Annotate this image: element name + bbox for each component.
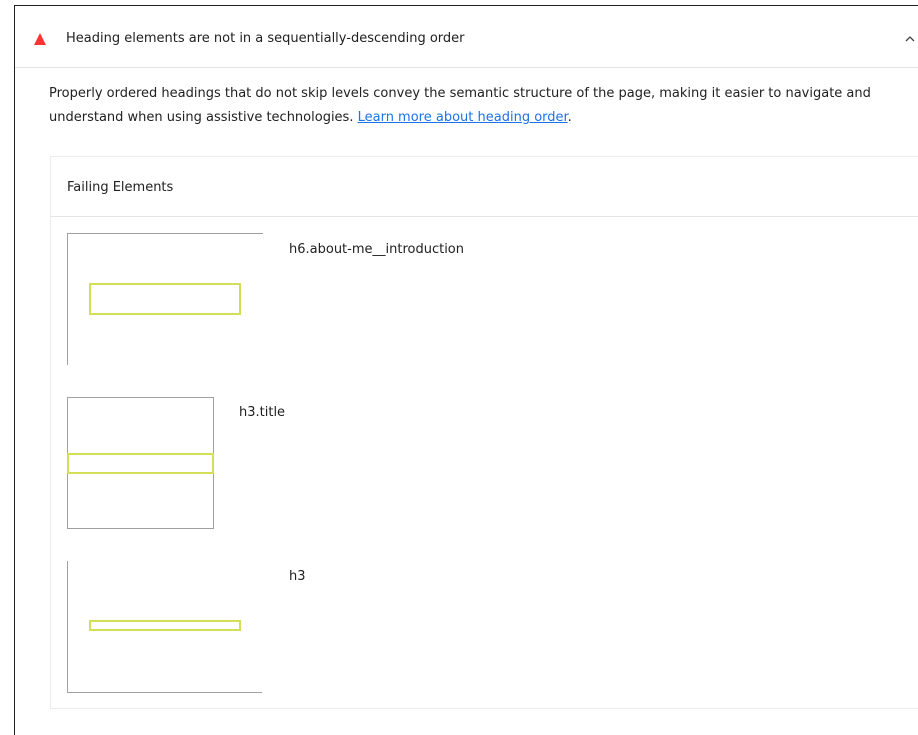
node-selector-label: h6.about-me__introduction: [289, 242, 465, 257]
failing-elements-table: Failing Elements h6.about-me__introducti…: [50, 156, 918, 709]
fail-triangle-icon: [34, 33, 46, 45]
node-selector-label: h3.title: [239, 405, 286, 420]
element-highlight-box: [89, 620, 241, 631]
learn-more-link[interactable]: Learn more about heading order: [358, 110, 568, 125]
audit-description: Properly ordered headings that do not sk…: [49, 82, 909, 130]
description-suffix: .: [567, 110, 572, 125]
table-header-label: Failing Elements: [67, 180, 174, 195]
audit-header[interactable]: Heading elements are not in a sequential…: [15, 6, 918, 68]
chevron-up-icon[interactable]: [904, 33, 916, 45]
audit-title: Heading elements are not in a sequential…: [66, 31, 465, 46]
element-screenshot-thumbnail: [67, 233, 263, 365]
element-highlight-box: [67, 453, 214, 474]
node-selector-label: h3: [289, 569, 306, 584]
table-header: Failing Elements: [51, 157, 918, 217]
element-highlight-box: [89, 283, 241, 315]
element-screenshot-thumbnail: [67, 397, 214, 529]
element-screenshot-thumbnail: [67, 561, 262, 693]
audit-panel: Heading elements are not in a sequential…: [14, 5, 918, 735]
